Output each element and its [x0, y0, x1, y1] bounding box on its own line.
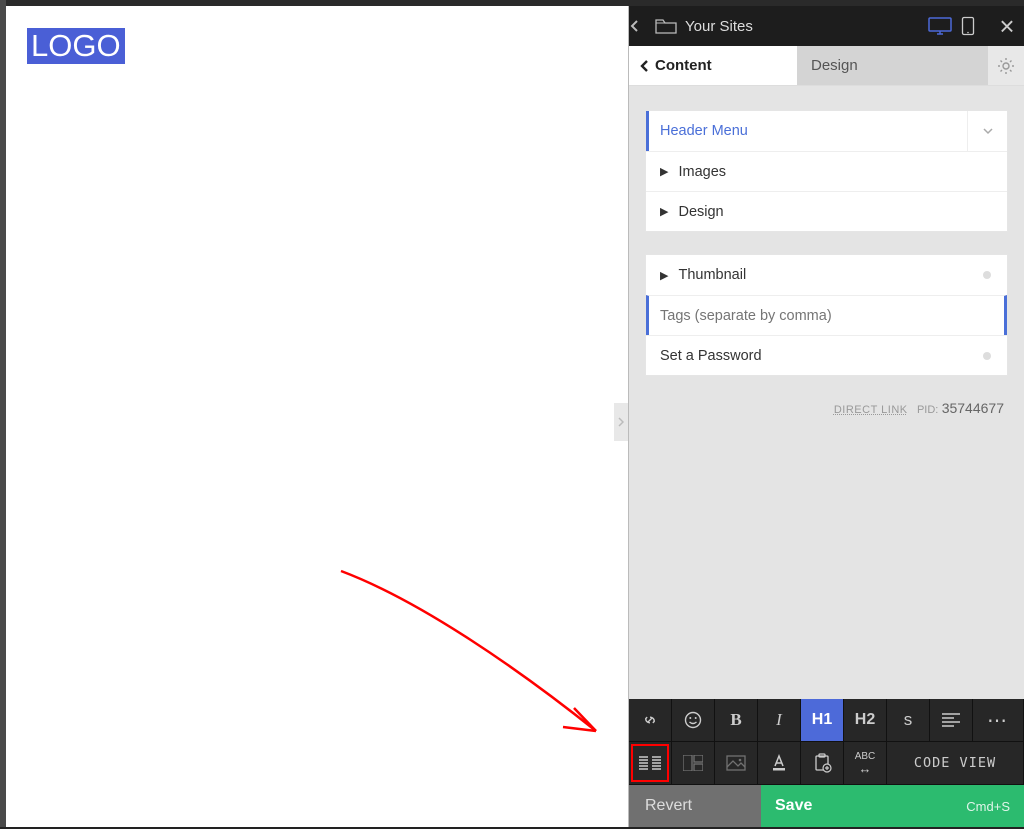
back-button[interactable] [629, 19, 655, 33]
direct-link[interactable]: direct link [834, 404, 908, 416]
panel-body: Header Menu ▶ Images ▶ Design ▶ Thumbnai… [629, 86, 1024, 699]
tab-settings[interactable] [988, 46, 1024, 85]
strikethrough-button[interactable]: s [887, 699, 930, 742]
h1-button[interactable]: H1 [801, 699, 844, 742]
revert-button[interactable]: Revert [629, 785, 761, 827]
more-button[interactable]: ⋯ [973, 699, 1024, 742]
bold-button[interactable]: B [715, 699, 758, 742]
text-color-button[interactable] [758, 742, 801, 785]
abc-arrows-label: ↔ [859, 762, 872, 775]
breadcrumb[interactable]: Your Sites [685, 18, 753, 35]
tab-design-label: Design [811, 57, 858, 74]
side-panel: Your Sites × Content Design [628, 6, 1024, 827]
section-design-label: Design [678, 204, 723, 220]
align-button[interactable] [930, 699, 973, 742]
image-insert-button[interactable] [715, 742, 758, 785]
panel-collapse-handle[interactable] [614, 403, 628, 441]
pid-label: PID: [917, 404, 938, 416]
triangle-right-icon: ▶ [660, 165, 668, 178]
section-header-menu[interactable]: Header Menu [646, 111, 1007, 151]
tags-input-row[interactable] [646, 295, 1007, 335]
chevron-down-icon[interactable] [967, 111, 1007, 151]
annotation-arrow [331, 561, 631, 771]
pid-value: 35744677 [942, 400, 1004, 416]
clipboard-add-button[interactable] [801, 742, 844, 785]
revert-label: Revert [645, 797, 692, 815]
desktop-preview-icon[interactable] [926, 14, 954, 38]
tags-input[interactable] [660, 308, 990, 324]
link-button[interactable] [629, 699, 672, 742]
section-thumbnail[interactable]: ▶ Thumbnail [646, 255, 1007, 295]
status-dot [983, 271, 991, 279]
section-images-label: Images [678, 164, 726, 180]
mobile-preview-icon[interactable] [954, 14, 982, 38]
code-view-button[interactable]: CODE VIEW [887, 742, 1024, 785]
h2-button[interactable]: H2 [844, 699, 887, 742]
panel-header: Your Sites × [629, 6, 1024, 46]
italic-button[interactable]: I [758, 699, 801, 742]
status-dot [983, 352, 991, 360]
tab-content-label: Content [655, 57, 712, 74]
section-images[interactable]: ▶ Images [646, 151, 1007, 191]
section-card-top: Header Menu ▶ Images ▶ Design [645, 110, 1008, 232]
meta-line: direct link PID: 35744677 [645, 398, 1008, 416]
triangle-right-icon: ▶ [660, 269, 668, 282]
chevron-left-icon [639, 59, 649, 73]
save-button[interactable]: Save Cmd+S [761, 785, 1024, 827]
logo-badge[interactable]: LOGO [27, 28, 125, 64]
layout-grid-button[interactable] [672, 742, 715, 785]
section-set-password[interactable]: Set a Password [646, 335, 1007, 375]
spellcheck-button[interactable]: ABC ↔ [844, 742, 887, 785]
triangle-right-icon: ▶ [660, 205, 668, 218]
section-card-bottom: ▶ Thumbnail Set a Password [645, 254, 1008, 376]
abc-label: ABC [855, 752, 876, 762]
section-design[interactable]: ▶ Design [646, 191, 1007, 231]
close-icon[interactable]: × [990, 6, 1024, 46]
save-shortcut-label: Cmd+S [966, 799, 1010, 814]
panel-tabs: Content Design [629, 46, 1024, 86]
columns-button[interactable] [629, 742, 672, 785]
section-header-menu-label: Header Menu [660, 123, 748, 139]
editor-toolbar: B I H1 H2 s ⋯ [629, 699, 1024, 785]
emoji-button[interactable] [672, 699, 715, 742]
section-thumbnail-label: Thumbnail [678, 267, 746, 283]
editor-canvas[interactable]: LOGO [6, 6, 628, 827]
bottom-bar: Revert Save Cmd+S [629, 785, 1024, 827]
tab-design[interactable]: Design [797, 46, 988, 85]
section-set-password-label: Set a Password [660, 348, 762, 364]
save-label: Save [775, 797, 812, 815]
folder-icon [655, 18, 685, 34]
tab-content[interactable]: Content [629, 46, 797, 85]
